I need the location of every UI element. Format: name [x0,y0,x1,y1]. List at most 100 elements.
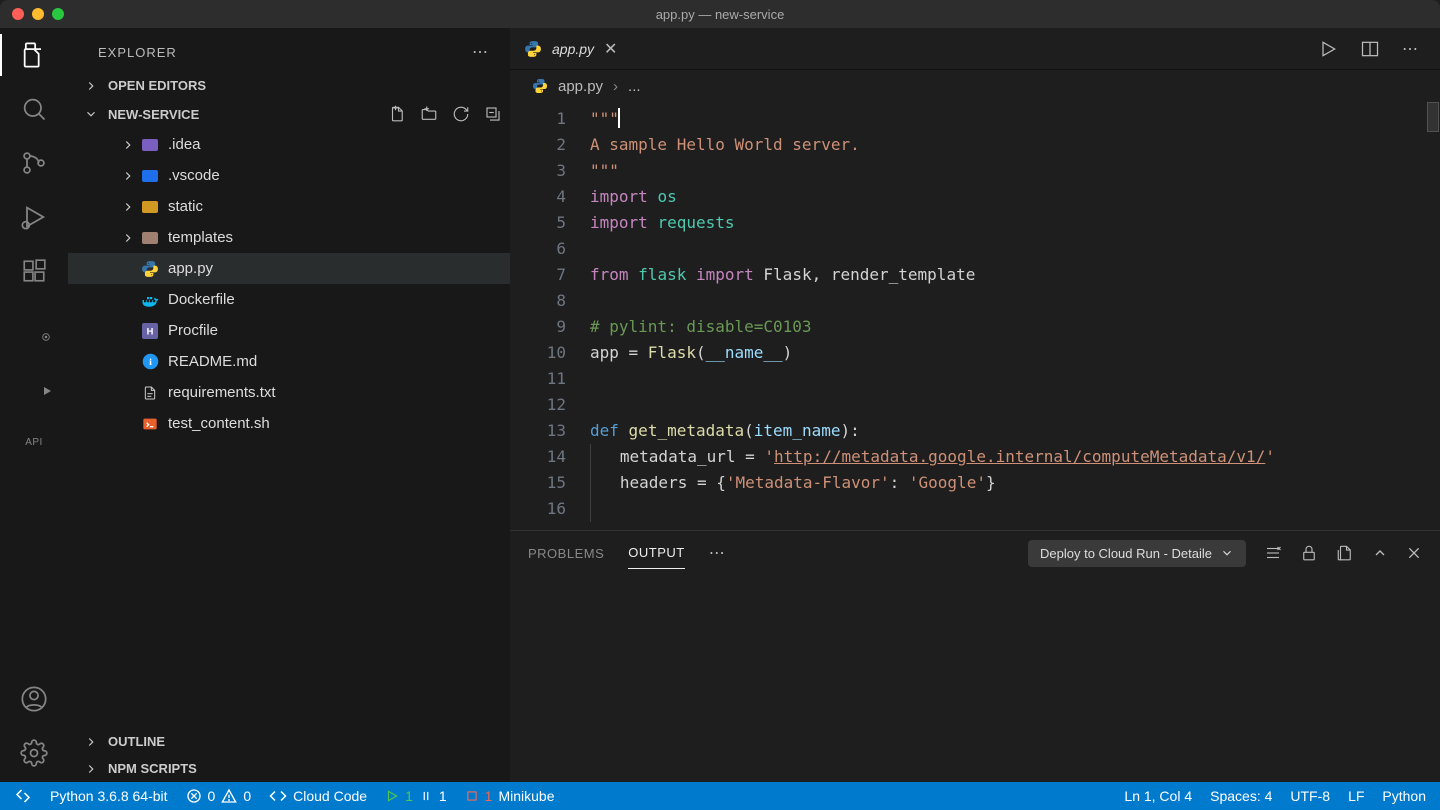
tree-file[interactable]: requirements.txt [68,377,510,408]
python-file-icon [140,259,160,279]
debug-icon[interactable] [19,202,49,232]
remote-indicator[interactable] [14,787,32,805]
file-tree: .idea .vscode static templates app.py Dockerf… [68,129,510,728]
status-cursor-position[interactable]: Ln 1, Col 4 [1124,788,1192,804]
extensions-icon[interactable] [19,256,49,286]
outline-label: OUTLINE [108,734,165,749]
api-icon[interactable]: API [19,418,49,448]
cloud-run-icon[interactable] [19,364,49,394]
zoom-window-button[interactable] [52,8,64,20]
close-tab-icon[interactable]: ✕ [604,39,617,59]
tree-folder[interactable]: templates [68,222,510,253]
npm-scripts-section[interactable]: NPM SCRIPTS [68,755,510,782]
search-icon[interactable] [19,94,49,124]
close-panel-icon[interactable] [1406,545,1422,561]
sidebar-title: EXPLORER [98,45,177,60]
python-file-icon [532,78,548,94]
tree-folder[interactable]: static [68,191,510,222]
pause-icon [419,789,433,803]
tree-file[interactable]: H Procfile [68,315,510,346]
status-minikube[interactable]: 1 Minikube [465,788,555,804]
clear-output-icon[interactable] [1264,544,1282,562]
tree-folder[interactable]: .idea [68,129,510,160]
lock-scroll-icon[interactable] [1300,544,1318,562]
tree-item-label: app.py [168,260,213,277]
new-folder-icon[interactable] [420,105,438,123]
window-title: app.py — new-service [656,7,785,22]
svg-text:H: H [147,326,154,336]
tree-item-label: Procfile [168,322,218,339]
problems-tab[interactable]: PROBLEMS [528,538,604,569]
tree-item-label: templates [168,229,233,246]
minimap-scrollbar[interactable] [1426,102,1440,522]
chevron-right-icon [116,200,140,214]
output-channel-label: Deploy to Cloud Run - Detaile [1040,546,1212,561]
chevron-down-icon [1220,546,1234,560]
tree-item-label: Dockerfile [168,291,235,308]
split-editor-icon[interactable] [1360,39,1380,59]
titlebar: app.py — new-service [0,0,1440,28]
activity-bar: API [0,28,68,782]
tree-folder[interactable]: .vscode [68,160,510,191]
tree-item-label: static [168,198,203,215]
status-python[interactable]: Python 3.6.8 64-bit [50,788,168,804]
close-window-button[interactable] [12,8,24,20]
sidebar-more-icon[interactable]: ⋯ [472,42,490,62]
status-indentation[interactable]: Spaces: 4 [1210,788,1272,804]
settings-gear-icon[interactable] [19,738,49,768]
status-eol[interactable]: LF [1348,788,1364,804]
status-language[interactable]: Python [1382,788,1426,804]
output-channel-select[interactable]: Deploy to Cloud Run - Detaile [1028,540,1246,567]
minimize-window-button[interactable] [32,8,44,20]
folder-icon [140,166,160,186]
npm-scripts-label: NPM SCRIPTS [108,761,197,776]
maximize-panel-icon[interactable] [1372,545,1388,561]
open-log-icon[interactable] [1336,544,1354,562]
explorer-icon[interactable] [19,40,49,70]
new-file-icon[interactable] [388,105,406,123]
tree-item-label: .idea [168,136,201,153]
status-cloud-code[interactable]: Cloud Code [269,787,367,805]
breadcrumb-more: ... [628,78,641,95]
panel-more-icon[interactable]: ⋯ [709,543,727,563]
breadcrumb[interactable]: app.py › ... [510,70,1440,102]
warning-icon [221,788,237,804]
output-tab[interactable]: OUTPUT [628,537,684,569]
account-icon[interactable] [19,684,49,714]
tree-file[interactable]: test_content.sh [68,408,510,439]
run-icon[interactable] [1318,39,1338,59]
code-editor[interactable]: 12345678910111213141516 """A sample Hell… [510,102,1440,530]
chevron-right-icon [116,231,140,245]
info-file-icon: i [140,352,160,372]
chevron-right-icon [84,735,100,749]
tab-label: app.py [552,41,594,57]
tab-app-py[interactable]: app.py ✕ [510,28,631,69]
chevron-right-icon: › [613,78,618,95]
status-debug-sessions[interactable]: 1 1 [385,788,447,804]
editor-more-icon[interactable]: ⋯ [1402,39,1420,59]
refresh-icon[interactable] [452,105,470,123]
chevron-down-icon [84,107,100,121]
source-control-icon[interactable] [19,148,49,178]
open-editors-label: OPEN EDITORS [108,78,206,93]
tab-bar: app.py ✕ ⋯ [510,28,1440,70]
tree-file[interactable]: app.py [68,253,510,284]
tree-file[interactable]: iREADME.md [68,346,510,377]
folder-icon [140,228,160,248]
cloud-code-icon[interactable] [19,310,49,340]
chevron-right-icon [116,169,140,183]
outline-section[interactable]: OUTLINE [68,728,510,755]
tree-file[interactable]: Dockerfile [68,284,510,315]
status-bar: Python 3.6.8 64-bit 0 0 Cloud Code 1 1 1… [0,782,1440,810]
open-editors-section[interactable]: OPEN EDITORS [68,72,510,99]
editor-area: app.py ✕ ⋯ app.py › ... 1234567891011121… [510,28,1440,782]
tree-item-label: .vscode [168,167,220,184]
project-section[interactable]: NEW-SERVICE [68,99,510,129]
folder-icon [140,135,160,155]
code-content[interactable]: """A sample Hello World server."""import… [590,102,1440,530]
collapse-all-icon[interactable] [484,105,502,123]
traffic-lights [0,8,64,20]
status-problems[interactable]: 0 0 [186,788,252,804]
status-encoding[interactable]: UTF-8 [1290,788,1330,804]
folder-icon [140,197,160,217]
